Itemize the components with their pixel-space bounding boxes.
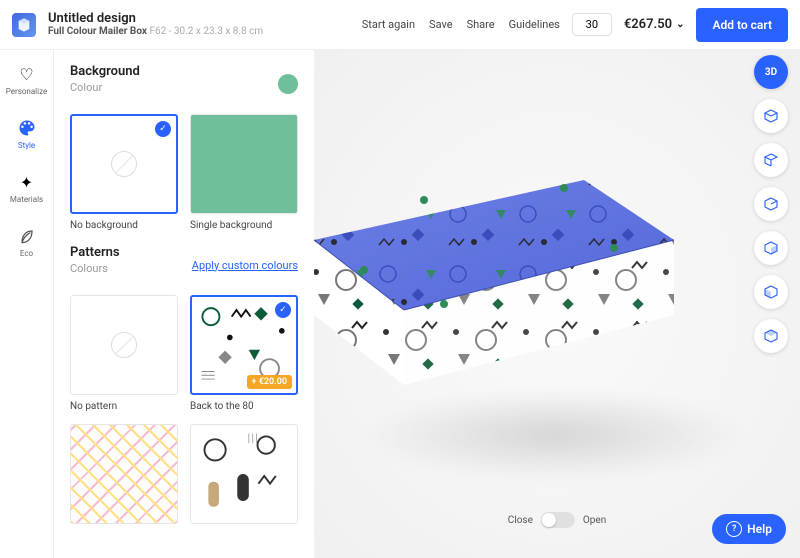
heart-icon: ♡: [17, 64, 37, 84]
nav-style[interactable]: Style: [0, 116, 53, 152]
product-subtitle: Full Colour Mailer Box F62 - 30.2 x 23.3…: [48, 26, 263, 38]
view-bottom-button[interactable]: [754, 275, 788, 309]
sparkle-icon: ✦: [17, 172, 37, 192]
colour-label: Colour: [70, 81, 140, 94]
colour-swatch[interactable]: [278, 74, 298, 94]
price-dropdown[interactable]: €267.50⌄: [624, 17, 685, 32]
view-front-button[interactable]: [754, 143, 788, 177]
app-logo: [12, 13, 36, 37]
patterns-heading: Patterns: [70, 245, 120, 260]
help-button[interactable]: Help: [712, 514, 786, 544]
design-title: Untitled design: [48, 11, 263, 27]
leaf-icon: [17, 226, 37, 246]
pattern-option-4[interactable]: [190, 424, 298, 524]
background-option-single[interactable]: Single background: [190, 114, 298, 231]
nav-eco[interactable]: Eco: [0, 224, 53, 260]
guidelines-link[interactable]: Guidelines: [509, 18, 560, 31]
pattern-option-none[interactable]: No pattern: [70, 295, 178, 412]
view-inside-button[interactable]: [754, 319, 788, 353]
view-3d-button[interactable]: 3D: [754, 55, 788, 89]
view-top-button[interactable]: [754, 99, 788, 133]
patterns-colours-label: Colours: [70, 262, 120, 275]
pattern-option-80s[interactable]: + €20.00 Back to the 80: [190, 295, 298, 412]
add-to-cart-button[interactable]: Add to cart: [696, 8, 788, 42]
save-link[interactable]: Save: [429, 18, 453, 31]
quantity-input[interactable]: 30: [572, 13, 612, 36]
nav-personalize[interactable]: ♡ Personalize: [0, 62, 53, 98]
check-icon: [155, 121, 171, 137]
background-option-none[interactable]: No background: [70, 114, 178, 231]
share-link[interactable]: Share: [467, 18, 495, 31]
check-icon: [275, 302, 291, 318]
box-3d-preview[interactable]: [314, 140, 684, 420]
pattern-price-badge: + €20.00: [247, 375, 292, 389]
chevron-down-icon: ⌄: [676, 19, 684, 30]
start-again-link[interactable]: Start again: [362, 18, 415, 31]
apply-custom-colours-link[interactable]: Apply custom colours: [192, 259, 298, 272]
palette-icon: [17, 118, 37, 138]
view-side-button[interactable]: [754, 187, 788, 221]
open-close-toggle[interactable]: Close Open: [508, 512, 606, 528]
view-back-button[interactable]: [754, 231, 788, 265]
background-heading: Background: [70, 64, 140, 79]
pattern-option-3[interactable]: [70, 424, 178, 524]
nav-materials[interactable]: ✦ Materials: [0, 170, 53, 206]
